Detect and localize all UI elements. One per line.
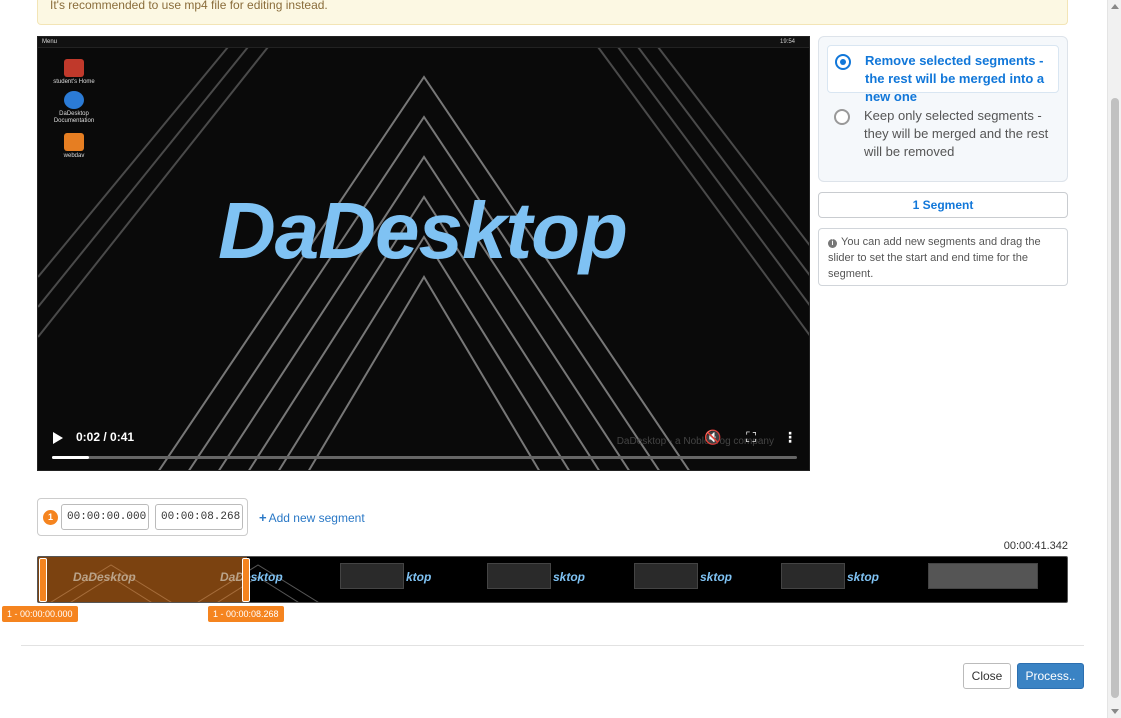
option-keep-label: Keep only selected segments - they will … [864, 108, 1049, 159]
option-remove-label: Remove selected segments - the rest will… [865, 53, 1045, 104]
desktop-icon-webdav: webdav [44, 133, 104, 160]
page-scrollbar[interactable] [1107, 0, 1121, 718]
timeline-thumbnail [920, 557, 1067, 602]
segment-end-marker: 1 - 00:00:08.268 [208, 606, 284, 622]
video-cutter-dialog: It's recommended to use mp4 file for edi… [0, 0, 1121, 718]
close-button[interactable]: Close [963, 663, 1011, 689]
video-progress-fill [52, 456, 89, 459]
total-duration: 00:00:41.342 [1003, 540, 1068, 552]
video-logo-text: DaDesktop [218, 186, 628, 275]
video-player[interactable]: Menu 19:54 student's Home DaDesktop Docu… [37, 36, 810, 471]
timeline-thumbnail: ktop [332, 557, 479, 602]
add-segment-label: Add new segment [268, 511, 365, 525]
plus-icon: + [259, 510, 267, 525]
desktop-taskbar: Menu 19:54 [38, 37, 809, 48]
segments-count-button[interactable]: 1 Segment [818, 192, 1068, 218]
option-remove-segments[interactable]: Remove selected segments - the rest will… [827, 45, 1059, 104]
cut-mode-options: Remove selected segments - the rest will… [818, 36, 1068, 182]
scroll-up-icon[interactable] [1111, 4, 1119, 9]
selected-range-overlay[interactable] [38, 557, 247, 602]
timeline-thumbnail: sktop [773, 557, 920, 602]
play-icon[interactable] [53, 432, 63, 444]
segment-end-input[interactable]: 00:00:08.268 [155, 504, 243, 530]
segment-end-handle[interactable] [242, 558, 250, 602]
globe-icon [64, 91, 84, 109]
segment-number-badge: 1 [43, 510, 58, 525]
scroll-down-icon[interactable] [1111, 709, 1119, 714]
timeline-thumbnail: sktop [479, 557, 626, 602]
folder-icon [64, 59, 84, 77]
video-time: 0:02 / 0:41 [76, 430, 135, 444]
format-warning: It's recommended to use mp4 file for edi… [37, 0, 1068, 25]
folder-icon [64, 133, 84, 151]
option-keep-segments[interactable]: Keep only selected segments - they will … [827, 101, 1059, 167]
format-warning-text: It's recommended to use mp4 file for edi… [50, 0, 328, 12]
segment-start-input[interactable]: 00:00:00.000 [61, 504, 149, 530]
desktop-clock: 19:54 [779, 39, 795, 45]
add-segment-link[interactable]: + Add new segment [259, 510, 365, 525]
desktop-icon-documentation: DaDesktop Documentation [44, 91, 104, 125]
process-button[interactable]: Process.. [1017, 663, 1084, 689]
info-box: i You can add new segments and drag the s… [818, 228, 1068, 286]
segment-start-handle[interactable] [39, 558, 47, 602]
scrollbar-thumb[interactable] [1111, 98, 1119, 698]
mute-icon[interactable]: 🔇 [703, 427, 723, 447]
desktop-menu-label: Menu [42, 39, 58, 45]
info-text: You can add new segments and drag the sl… [828, 236, 1041, 280]
segment-editor: 1 00:00:00.000 - 00:00:08.268 [37, 498, 248, 536]
radio-checked-icon[interactable] [835, 54, 851, 70]
video-progress-bar[interactable] [52, 456, 797, 459]
video-controls: 0:02 / 0:41 🔇 ⛶ ⋮ [38, 420, 809, 470]
timeline-strip[interactable]: DaDesktop DaDesktop ktop sktop sktop skt… [37, 556, 1068, 603]
info-icon: i [828, 239, 837, 248]
fullscreen-icon[interactable]: ⛶ [741, 427, 761, 447]
segment-start-marker: 1 - 00:00:00.000 [2, 606, 78, 622]
desktop-icon-home: student's Home [44, 59, 104, 86]
footer-divider [21, 645, 1084, 646]
radio-unchecked-icon[interactable] [834, 109, 850, 125]
timeline-thumbnail: sktop [626, 557, 773, 602]
more-options-icon[interactable]: ⋮ [780, 427, 800, 447]
